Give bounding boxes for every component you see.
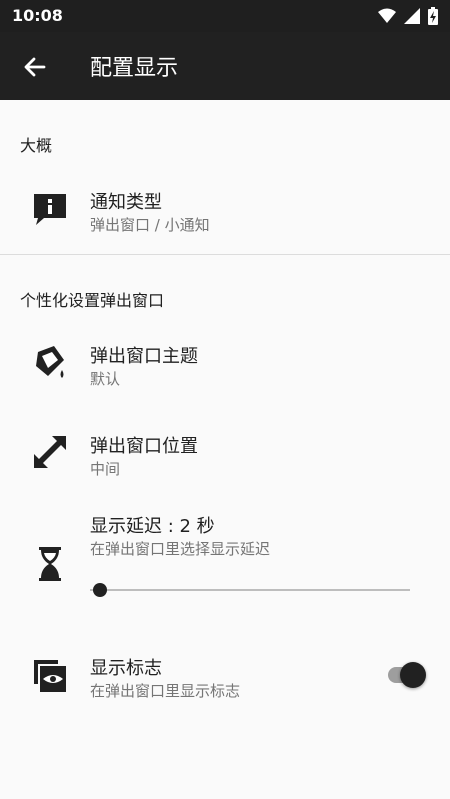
section-divider: [0, 254, 450, 255]
slider-track: [90, 589, 410, 591]
slider-thumb[interactable]: [93, 583, 107, 597]
status-time: 10:08: [12, 6, 63, 25]
popup-theme-subtitle: 默认: [90, 370, 121, 388]
app-bar: 配置显示: [0, 32, 450, 100]
notification-type-item[interactable]: 通知类型 弹出窗口 / 小通知: [0, 168, 450, 252]
display-delay-slider[interactable]: [90, 580, 410, 600]
wifi-icon: [378, 8, 396, 23]
battery-charging-icon: [428, 7, 438, 25]
popup-position-title: 弹出窗口位置: [90, 436, 198, 457]
notification-type-title: 通知类型: [90, 192, 162, 213]
eye-window-icon: [34, 660, 66, 692]
show-logo-toggle[interactable]: [386, 660, 428, 690]
page-title: 配置显示: [90, 56, 179, 81]
hourglass-icon: [39, 547, 61, 581]
popup-theme-title: 弹出窗口主题: [90, 346, 198, 367]
signal-icon: [404, 8, 420, 24]
show-logo-subtitle: 在弹出窗口里显示标志: [90, 682, 241, 700]
status-bar: 10:08: [0, 0, 450, 32]
resize-arrows-icon: [34, 436, 66, 468]
status-icons: [378, 7, 438, 25]
arrow-left-icon[interactable]: [20, 52, 50, 82]
section-title-personalize: 个性化设置弹出窗口: [20, 291, 165, 310]
display-delay-subtitle: 在弹出窗口里选择显示延迟: [90, 540, 271, 558]
popup-position-item[interactable]: 弹出窗口位置 中间: [0, 412, 450, 496]
show-logo-item[interactable]: 显示标志 在弹出窗口里显示标志: [0, 636, 450, 720]
show-logo-title: 显示标志: [90, 658, 162, 679]
display-delay-title: 显示延迟 : 2 秒: [90, 516, 215, 537]
toggle-knob[interactable]: [400, 662, 426, 688]
notification-type-subtitle: 弹出窗口 / 小通知: [90, 216, 210, 234]
section-title-general: 大概: [20, 136, 53, 155]
popup-theme-item[interactable]: 弹出窗口主题 默认: [0, 322, 450, 406]
message-info-icon: [34, 194, 66, 225]
paint-bucket-icon: [36, 346, 64, 378]
popup-position-subtitle: 中间: [90, 460, 121, 478]
